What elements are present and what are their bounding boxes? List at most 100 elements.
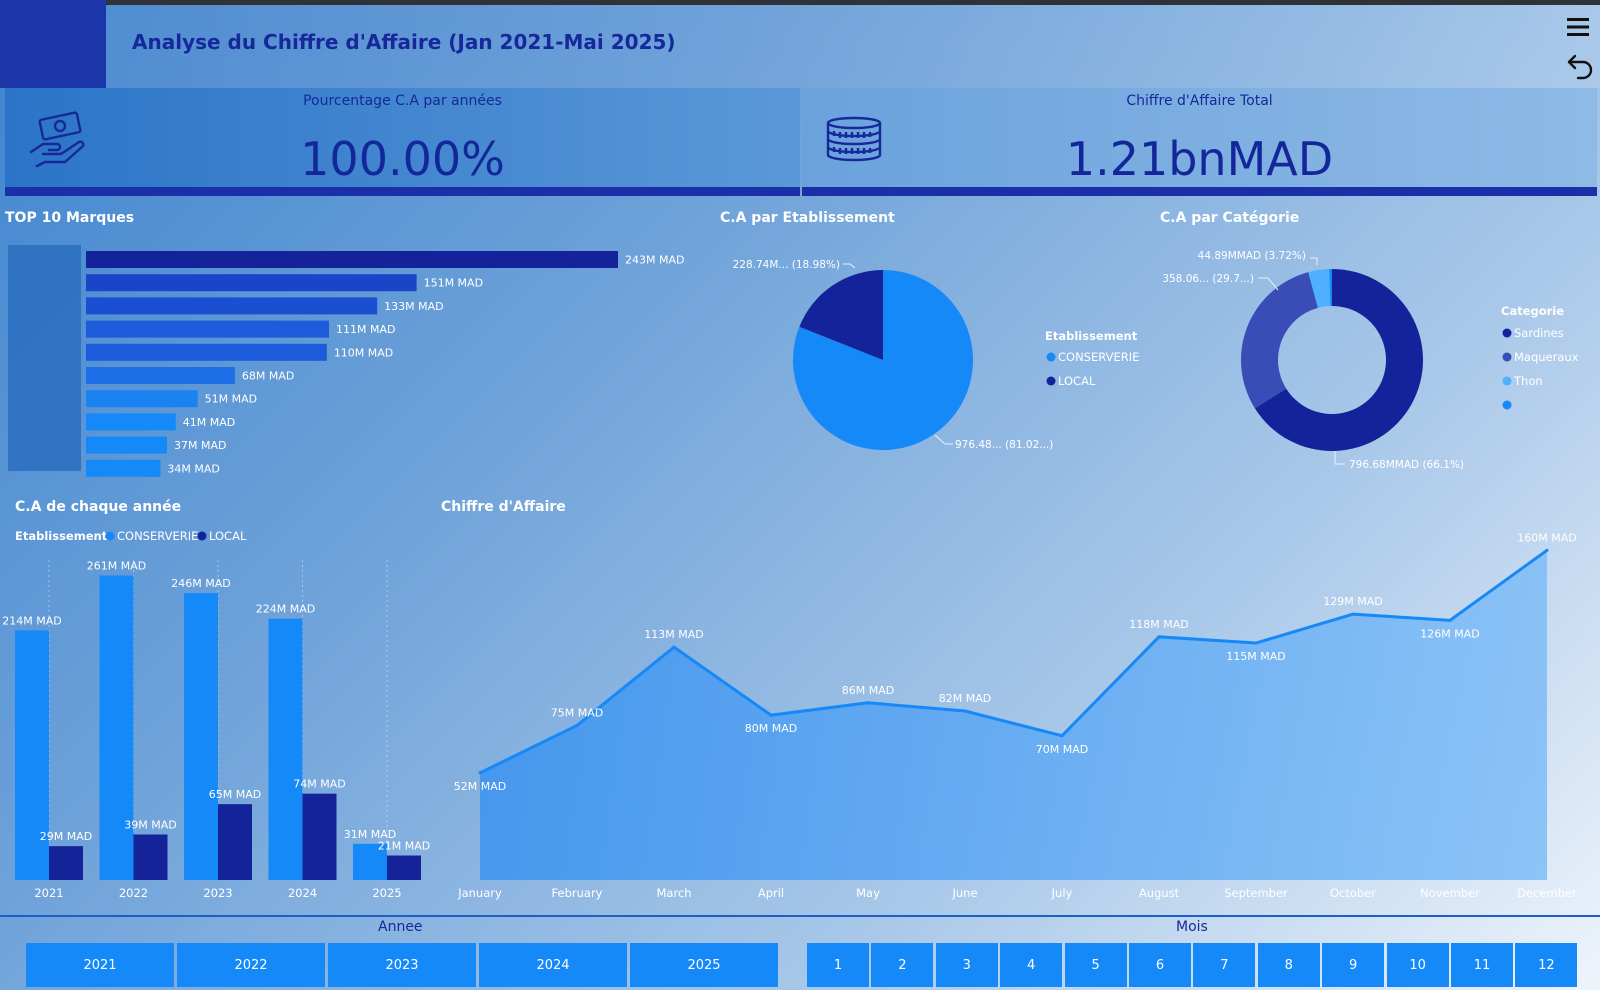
back-arrow-icon[interactable] <box>1566 52 1594 82</box>
data-label: 118M MAD <box>1129 618 1188 631</box>
annee-option-button[interactable]: 2021 <box>26 943 174 987</box>
bar <box>302 793 337 880</box>
bar <box>86 320 330 338</box>
etablissement-pie-chart: 976.48... (81.02...) 228.74M... (18.98%) E… <box>733 259 1140 451</box>
data-label: 224M MAD <box>256 603 315 616</box>
data-point <box>1157 635 1161 639</box>
leader-line <box>1310 257 1318 265</box>
bar <box>99 575 134 880</box>
x-tick-label: April <box>758 886 784 900</box>
data-label: 111M MAD <box>336 323 395 336</box>
kpi-underline <box>802 187 1597 196</box>
bar <box>86 274 417 292</box>
legend-marker <box>1046 352 1056 362</box>
chart-title-categorie: C.A par Catégorie <box>1160 210 1300 226</box>
legend-label: CONSERVERIE <box>1058 350 1139 364</box>
legend-title: Categorie <box>1501 304 1564 318</box>
x-tick-label: July <box>1051 886 1073 900</box>
annee-option-button[interactable]: 2024 <box>479 943 627 987</box>
x-tick-label: 2021 <box>34 886 63 900</box>
data-point <box>478 771 482 775</box>
data-label: 82M MAD <box>939 692 991 705</box>
legend-marker <box>197 531 207 541</box>
data-label: 151M MAD <box>424 277 483 290</box>
data-label: 37M MAD <box>174 439 226 452</box>
data-label: 21M MAD <box>378 840 430 853</box>
mois-option-button[interactable]: 8 <box>1257 943 1320 987</box>
x-tick-label: 2023 <box>203 886 232 900</box>
x-tick-label: May <box>856 886 880 900</box>
bar <box>184 593 218 880</box>
data-label: 228.74M... (18.98%) <box>733 259 840 271</box>
data-label: 796.68MMAD (66.1%) <box>1349 459 1464 471</box>
data-label: 261M MAD <box>87 560 146 573</box>
data-label: 246M MAD <box>171 577 230 590</box>
mois-option-button[interactable]: 10 <box>1386 943 1449 987</box>
mois-option-button[interactable]: 11 <box>1451 943 1513 987</box>
kpi-card-total: Chiffre d'Affaire Total 1.21bnMAD <box>802 88 1597 196</box>
x-tick-label: December <box>1517 886 1577 900</box>
data-label: 126M MAD <box>1420 627 1479 640</box>
annee-option-button[interactable]: 2022 <box>177 943 325 987</box>
bar <box>133 834 168 880</box>
data-label: 52M MAD <box>454 780 506 793</box>
mois-option-button[interactable]: 7 <box>1193 943 1256 987</box>
data-label: 75M MAD <box>551 706 603 719</box>
mois-option-button[interactable]: 3 <box>935 943 998 987</box>
legend-marker <box>1046 376 1056 386</box>
bar <box>86 367 235 384</box>
mois-option-button[interactable]: 9 <box>1322 943 1385 987</box>
kpi-label: Chiffre d'Affaire Total <box>1126 93 1273 109</box>
data-label: 44.89MMAD (3.72%) <box>1198 250 1306 262</box>
slicer-title-annee: Annee <box>378 919 423 935</box>
bar <box>387 855 421 880</box>
logo-block <box>0 0 106 88</box>
mois-option-button[interactable]: 2 <box>871 943 934 987</box>
bar <box>49 846 83 880</box>
mois-option-button[interactable]: 4 <box>1000 943 1063 987</box>
bar <box>86 297 378 315</box>
chart-title-annee: C.A de chaque année <box>15 499 182 515</box>
year-bar-chart: Etablissement CONSERVERIE LOCAL 214M MAD 29M… <box>2 529 430 900</box>
legend-marker <box>1502 400 1512 410</box>
legend-title: Etablissement <box>1045 329 1138 343</box>
annee-option-button[interactable]: 2025 <box>630 943 778 987</box>
data-label: 110M MAD <box>334 346 393 359</box>
bar <box>86 459 161 477</box>
leader-line <box>934 434 953 445</box>
bar <box>86 343 327 361</box>
bar <box>86 390 198 408</box>
legend-label: CONSERVERIE <box>117 529 198 543</box>
x-tick-label: August <box>1139 886 1180 900</box>
bar <box>218 804 252 880</box>
legend-marker <box>1502 376 1512 386</box>
mois-option-button[interactable]: 6 <box>1129 943 1191 987</box>
mois-option-button[interactable]: 12 <box>1515 943 1578 987</box>
mois-option-button[interactable]: 5 <box>1064 943 1127 987</box>
legend-label: Thon <box>1513 374 1543 388</box>
data-label: 74M MAD <box>293 778 345 791</box>
area-fill <box>480 550 1547 880</box>
data-label: 113M MAD <box>644 628 703 641</box>
hamburger-menu-icon[interactable] <box>1566 16 1590 38</box>
data-label: 29M MAD <box>40 830 92 843</box>
data-label: 70M MAD <box>1036 743 1088 756</box>
bar <box>86 413 176 431</box>
x-tick-label: February <box>552 886 603 900</box>
money-hand-icon <box>29 111 85 168</box>
kpi-value: 100.00% <box>300 132 505 186</box>
bar <box>86 436 168 454</box>
data-label: 68M MAD <box>242 370 294 383</box>
mois-option-button[interactable]: 1 <box>807 943 869 987</box>
donut-slice <box>1241 272 1318 409</box>
data-point <box>1448 618 1452 622</box>
data-label: 976.48... (81.02...) <box>955 439 1053 451</box>
data-label: 160M MAD <box>1517 531 1576 544</box>
page-title: Analyse du Chiffre d'Affaire (Jan 2021-M… <box>132 30 676 54</box>
data-label: 243M MAD <box>625 254 684 267</box>
x-tick-label: November <box>1420 886 1480 900</box>
annee-option-button[interactable]: 2023 <box>328 943 476 987</box>
kpi-label: Pourcentage C.A par années <box>303 93 502 109</box>
leader-line <box>1258 277 1279 291</box>
data-point <box>672 645 676 649</box>
